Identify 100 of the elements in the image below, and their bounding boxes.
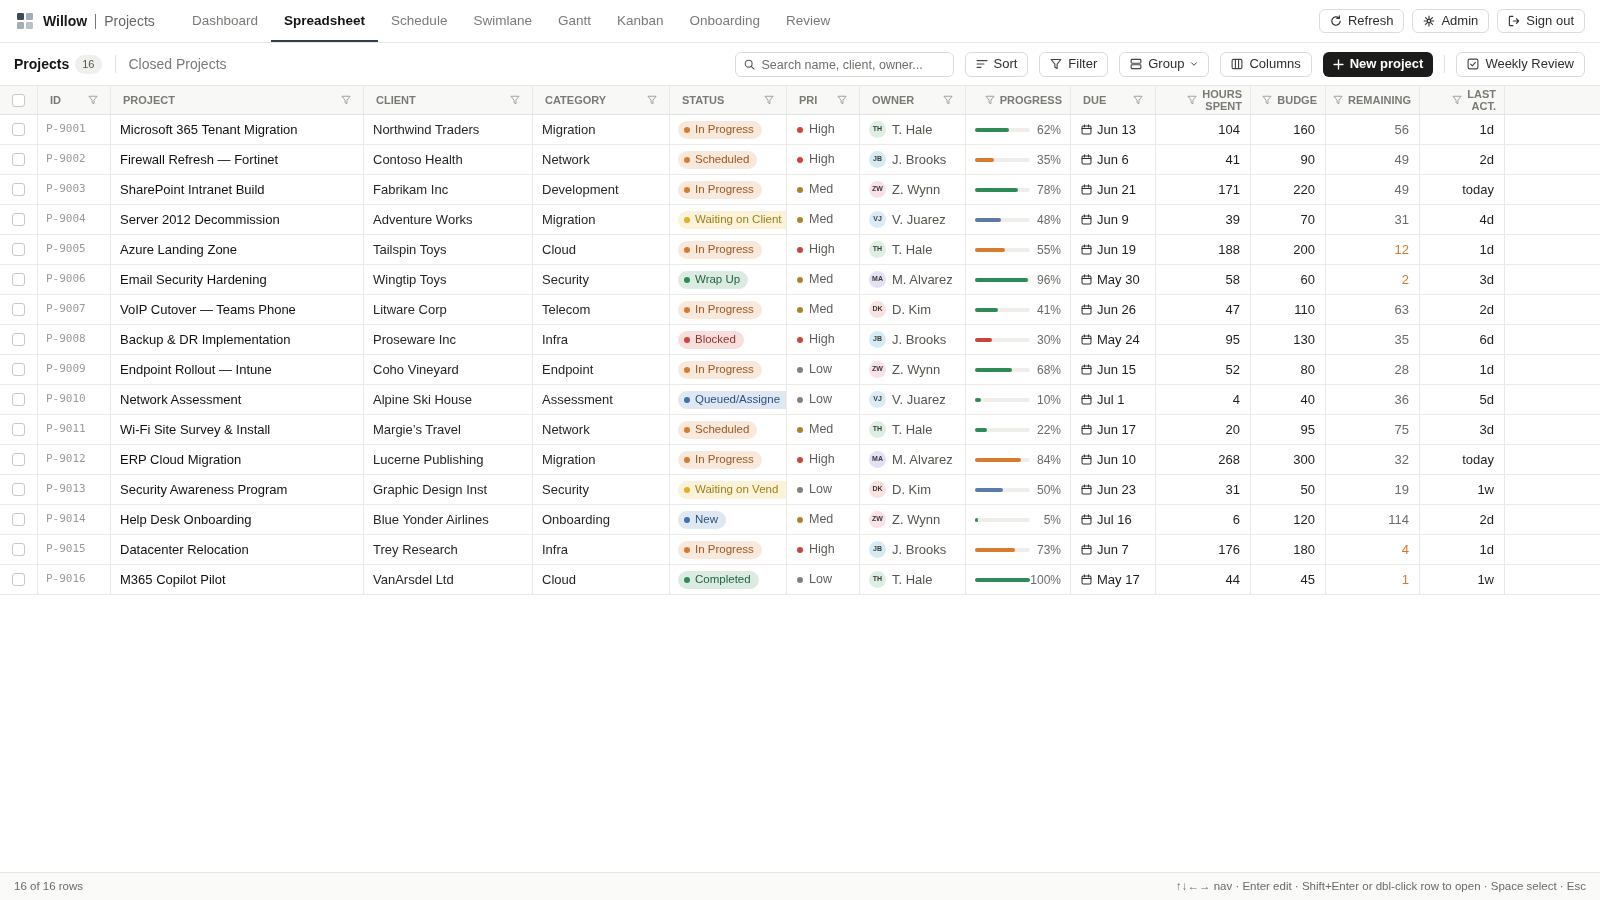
sign-out-button[interactable]: Sign out bbox=[1497, 9, 1585, 33]
filter-icon[interactable] bbox=[647, 95, 657, 105]
table-cell: 5d bbox=[1420, 385, 1505, 414]
filter-icon[interactable] bbox=[1133, 95, 1143, 105]
nav-tab[interactable]: Gantt bbox=[544, 0, 604, 42]
checkbox[interactable] bbox=[12, 333, 25, 346]
filter-icon[interactable] bbox=[510, 95, 520, 105]
calendar-icon bbox=[1081, 544, 1092, 555]
column-header[interactable]: LAST ACT. bbox=[1467, 87, 1496, 113]
checkbox[interactable] bbox=[12, 513, 25, 526]
checkbox[interactable] bbox=[12, 573, 25, 586]
owner-name: T. Hale bbox=[892, 120, 933, 139]
checkbox[interactable] bbox=[12, 243, 25, 256]
table-cell: 176 bbox=[1156, 535, 1251, 564]
table-cell: 95 bbox=[1156, 325, 1251, 354]
filter-icon[interactable] bbox=[341, 95, 351, 105]
checkbox[interactable] bbox=[12, 483, 25, 496]
nav-tab[interactable]: Dashboard bbox=[179, 0, 272, 42]
checkbox[interactable] bbox=[12, 213, 25, 226]
table-cell: 63 bbox=[1326, 295, 1420, 324]
new-project-button[interactable]: New project bbox=[1322, 51, 1434, 77]
progress-percent: 50% bbox=[1036, 481, 1061, 499]
column-header[interactable]: HOURS SPENT bbox=[1202, 87, 1242, 113]
checkbox[interactable] bbox=[12, 303, 25, 316]
table-cell: P-9001 bbox=[38, 115, 111, 144]
sort-button[interactable]: Sort bbox=[964, 51, 1029, 77]
checkbox[interactable] bbox=[12, 363, 25, 376]
checkbox[interactable] bbox=[12, 93, 25, 107]
due-date: Jun 7 bbox=[1097, 540, 1129, 559]
table-cell: VoIP Cutover — Teams Phone bbox=[111, 295, 364, 324]
table-cell: Migration bbox=[533, 445, 670, 474]
table-cell: 75 bbox=[1326, 415, 1420, 444]
filter-icon[interactable] bbox=[984, 95, 995, 105]
nav-tab[interactable]: Onboarding bbox=[676, 0, 774, 42]
column-header[interactable]: DUE bbox=[1083, 91, 1107, 109]
group-button[interactable]: Group bbox=[1119, 51, 1210, 77]
column-header[interactable]: CATEGORY bbox=[545, 91, 607, 109]
table-cell: Cloud bbox=[533, 235, 670, 264]
owner-name: D. Kim bbox=[892, 300, 931, 319]
nav-tab[interactable]: Spreadsheet bbox=[271, 0, 379, 42]
column-header[interactable]: PROJECT bbox=[123, 91, 175, 109]
filter-icon[interactable] bbox=[88, 95, 98, 105]
checkbox[interactable] bbox=[12, 393, 25, 406]
column-header[interactable]: CLIENT bbox=[376, 91, 416, 109]
table-cell: 90 bbox=[1251, 145, 1326, 174]
column-header[interactable]: PROGRESS bbox=[999, 93, 1062, 107]
checkbox[interactable] bbox=[12, 543, 25, 556]
table-cell: P-9016 bbox=[38, 565, 111, 594]
due-date: Jun 26 bbox=[1097, 300, 1137, 319]
filter-icon[interactable] bbox=[837, 95, 847, 105]
app-name: Willow bbox=[43, 11, 88, 31]
table-cell: 60 bbox=[1251, 265, 1326, 294]
table-cell: 268 bbox=[1156, 445, 1251, 474]
checkbox[interactable] bbox=[12, 423, 25, 436]
columns-button[interactable]: Columns bbox=[1220, 51, 1312, 77]
refresh-icon bbox=[1329, 15, 1342, 27]
due-date: Jun 17 bbox=[1097, 420, 1137, 439]
table-cell: 2d bbox=[1420, 505, 1505, 534]
column-header[interactable]: ID bbox=[50, 91, 61, 109]
weekly-review-button[interactable]: Weekly Review bbox=[1456, 51, 1585, 77]
checkbox[interactable] bbox=[12, 153, 25, 166]
progress-percent: 96% bbox=[1036, 271, 1061, 289]
filter-icon[interactable] bbox=[1187, 95, 1198, 105]
nav-tab[interactable]: Schedule bbox=[378, 0, 461, 42]
calendar-icon bbox=[1081, 154, 1092, 165]
filter-icon[interactable] bbox=[1262, 95, 1273, 105]
table-cell: Infra bbox=[533, 325, 670, 354]
progress-percent: 22% bbox=[1036, 421, 1061, 439]
nav-tab[interactable]: Review bbox=[773, 0, 844, 42]
checkbox[interactable] bbox=[12, 453, 25, 466]
checkbox[interactable] bbox=[12, 273, 25, 286]
plus-icon bbox=[1332, 58, 1344, 70]
column-header[interactable]: OWNER bbox=[872, 91, 915, 109]
checkbox[interactable] bbox=[12, 183, 25, 196]
table-cell: P-9005 bbox=[38, 235, 111, 264]
filter-icon[interactable] bbox=[1452, 95, 1463, 105]
table-cell: 2 bbox=[1326, 265, 1420, 294]
column-header[interactable]: BUDGE bbox=[1277, 93, 1317, 107]
filter-icon[interactable] bbox=[1333, 95, 1344, 105]
nav-tab[interactable]: Kanban bbox=[603, 0, 677, 42]
nav-tab[interactable]: Swimlane bbox=[460, 0, 545, 42]
view-tab[interactable]: Projects 16 bbox=[14, 53, 102, 75]
refresh-button[interactable]: Refresh bbox=[1318, 9, 1405, 33]
table-cell: 6d bbox=[1420, 325, 1505, 354]
search-field[interactable]: Search name, client, owner... bbox=[734, 52, 954, 77]
table-cell: 70 bbox=[1251, 205, 1326, 234]
priority-label: High bbox=[809, 541, 835, 559]
view-tab[interactable]: Closed Projects bbox=[128, 53, 227, 75]
table-cell: 171 bbox=[1156, 175, 1251, 204]
column-header[interactable]: PRI bbox=[799, 91, 818, 109]
calendar-icon bbox=[1081, 454, 1092, 465]
admin-button[interactable]: Admin bbox=[1412, 9, 1490, 33]
column-header[interactable]: STATUS bbox=[682, 91, 725, 109]
table-cell: 35 bbox=[1326, 325, 1420, 354]
column-header[interactable]: REMAINING bbox=[1348, 93, 1411, 107]
filter-icon[interactable] bbox=[943, 95, 953, 105]
filter-icon[interactable] bbox=[764, 95, 774, 105]
filter-button[interactable]: Filter bbox=[1039, 51, 1109, 77]
checkbox[interactable] bbox=[12, 123, 25, 136]
table-cell: Network bbox=[533, 415, 670, 444]
